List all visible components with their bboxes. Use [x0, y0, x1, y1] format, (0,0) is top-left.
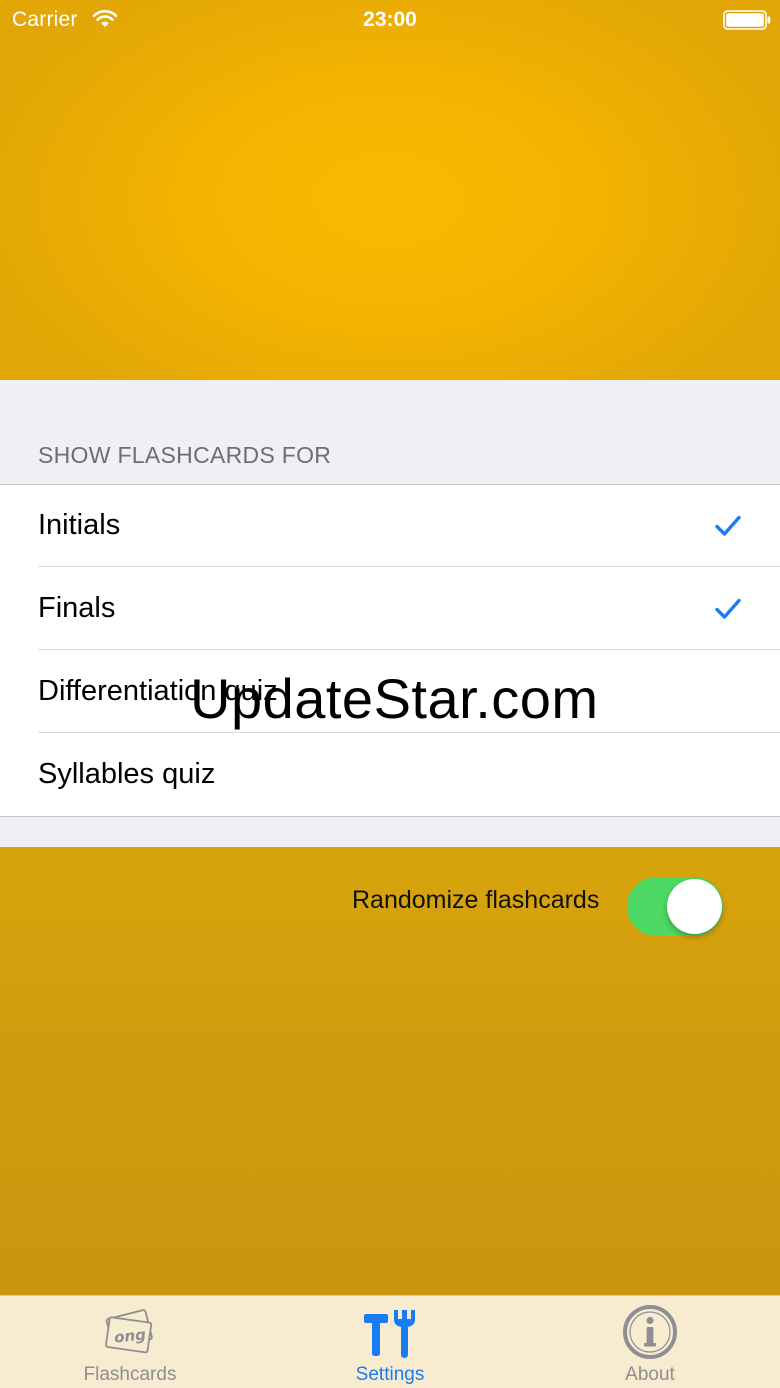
header-background — [0, 0, 780, 380]
option-label: Finals — [38, 592, 116, 624]
battery-icon — [723, 10, 771, 30]
tab-label: About — [625, 1364, 675, 1385]
row-divider — [38, 566, 780, 567]
watermark-text: UpdateStar.com — [190, 667, 599, 730]
option-row-initials[interactable]: Initials — [0, 485, 780, 567]
row-divider — [38, 732, 780, 733]
tab-flashcards[interactable]: ong Flashcards — [0, 1296, 260, 1388]
randomize-flashcards-toggle[interactable] — [627, 877, 723, 936]
option-label: Initials — [38, 509, 121, 541]
toggle-knob — [667, 879, 722, 934]
row-divider — [38, 649, 780, 650]
tab-label: Settings — [355, 1364, 425, 1385]
tab-bar: ong Flashcards Settings About — [0, 1295, 780, 1388]
section-header-show-flashcards: SHOW FLASHCARDS FOR — [38, 442, 332, 468]
flashcards-icon: ong — [105, 1309, 153, 1354]
option-label: Syllables quiz — [38, 758, 216, 790]
option-row-finals[interactable]: Finals — [0, 568, 780, 650]
flashcards-options-table: Initials Finals Differentiation quiz Syl… — [0, 484, 780, 817]
checkmark-icon — [715, 515, 741, 536]
info-icon — [623, 1305, 677, 1359]
flashcards-icon-text: ong — [113, 1325, 147, 1346]
tools-icon — [364, 1310, 415, 1358]
tab-about[interactable]: About — [520, 1296, 780, 1388]
status-bar: Carrier 23:00 — [0, 0, 780, 40]
checkmark-icon — [715, 598, 741, 619]
tab-settings[interactable]: Settings — [260, 1296, 520, 1388]
randomize-flashcards-label: Randomize flashcards — [352, 886, 600, 914]
tab-label: Flashcards — [83, 1364, 177, 1385]
status-time: 23:00 — [363, 8, 417, 31]
option-row-syllables-quiz[interactable]: Syllables quiz — [0, 734, 780, 816]
